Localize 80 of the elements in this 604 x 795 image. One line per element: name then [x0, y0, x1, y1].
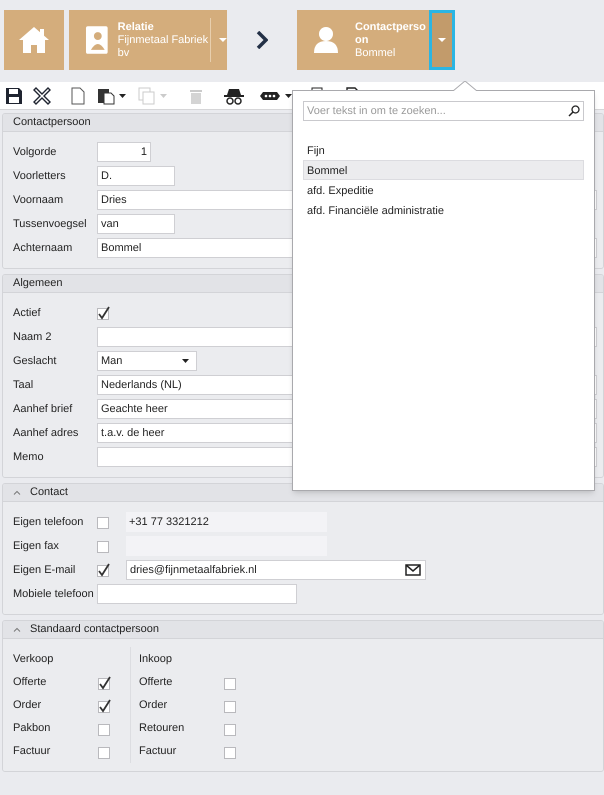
checkbox[interactable]: [98, 722, 112, 736]
caret-down-icon[interactable]: [219, 38, 227, 42]
field-label: Mobiele telefoon: [13, 586, 95, 602]
caret-down-icon: [182, 359, 189, 363]
dropdown-button[interactable]: [429, 10, 455, 70]
relation-label: Relatie: [118, 20, 155, 34]
chevron-right-icon: [256, 31, 268, 49]
address-book-icon: [85, 25, 109, 55]
field-label: Eigen fax: [13, 538, 60, 554]
email-field[interactable]: dries@fijnmetaalfabriek.nl: [126, 560, 426, 580]
field-label: Eigen E-mail: [13, 562, 76, 578]
document-icon: [69, 86, 87, 104]
caret-down-icon: [285, 94, 292, 98]
text-field[interactable]: [97, 584, 297, 604]
field-label: Order: [139, 698, 168, 714]
menu-item[interactable]: afd. Financiële administratie: [303, 200, 584, 220]
field-label: Voorletters: [13, 168, 67, 184]
person-icon: [314, 27, 338, 53]
section-title: Standaard contactpersoon: [30, 622, 160, 638]
text-field[interactable]: van: [97, 214, 175, 234]
field-label: Achternaam: [13, 240, 74, 256]
number-field[interactable]: 1: [97, 142, 151, 162]
field-label: Pakbon: [13, 721, 52, 736]
caret-down-icon: [119, 94, 126, 98]
checkbox[interactable]: [224, 722, 238, 736]
field-label: Eigen telefoon: [13, 514, 84, 530]
field-label: Memo: [13, 450, 45, 465]
field-label: Factuur: [13, 744, 52, 760]
checked-checkbox[interactable]: [97, 563, 111, 577]
field-label: Offerte: [139, 675, 174, 690]
clipboard-icon: [97, 86, 115, 104]
field-label: Geslacht: [13, 354, 58, 369]
search-icon[interactable]: [568, 105, 580, 117]
field-label: Volgorde: [13, 144, 58, 160]
section-title: Contactpersoon: [13, 115, 91, 130]
field-label: Offerte: [13, 675, 48, 690]
hat-glasses-icon: [223, 86, 245, 104]
column-title: Inkoop: [139, 652, 174, 667]
checked-checkbox[interactable]: [98, 676, 112, 690]
text-field[interactable]: +31 77 3321212: [126, 512, 327, 532]
field-label: Naam 2: [13, 330, 53, 345]
copy-icon: [138, 86, 156, 104]
column-title: Verkoop: [13, 652, 54, 667]
menu-item[interactable]: afd. Expeditie: [303, 180, 584, 200]
caret-down-icon: [438, 38, 446, 42]
contact-name: Bommel: [355, 46, 396, 60]
checkbox[interactable]: [98, 744, 112, 758]
section-title: Algemeen: [13, 276, 63, 292]
close-icon: [33, 86, 51, 104]
dropdown-field[interactable]: Man: [97, 351, 197, 371]
field-label: Aanhef brief: [13, 402, 74, 417]
envelope-icon[interactable]: [405, 564, 421, 576]
field-label: Tussenvoegsel: [13, 216, 88, 232]
section-header[interactable]: Standaard contactpersoon: [3, 621, 603, 639]
section-title: Contact: [30, 485, 68, 500]
text-field[interactable]: D.: [97, 166, 175, 186]
checkbox[interactable]: [224, 744, 238, 758]
field-label: Aanhef adres: [13, 426, 80, 441]
field-label: Voornaam: [13, 192, 64, 208]
caret-down-icon: [160, 94, 167, 98]
checkbox[interactable]: [224, 698, 238, 712]
close-button[interactable]: [32, 84, 52, 106]
field-label: Factuur: [139, 744, 178, 760]
relation-name: Fijnmetaal Fabriek bv: [118, 34, 210, 60]
field-label: Actief: [13, 306, 42, 321]
home-button[interactable]: [4, 10, 64, 70]
checkbox[interactable]: [97, 539, 111, 553]
checked-checkbox[interactable]: [97, 306, 111, 320]
menu-item[interactable]: Fijn: [303, 140, 584, 160]
save-icon: [5, 86, 23, 104]
checked-checkbox[interactable]: [98, 698, 112, 712]
field-label: Taal: [13, 378, 34, 393]
home-icon: [18, 26, 50, 54]
menu-item[interactable]: Bommel: [303, 160, 584, 180]
contact-label: Contactpersoon: [355, 20, 427, 46]
checkbox[interactable]: [224, 676, 238, 690]
checkbox[interactable]: [97, 515, 111, 529]
field-label: Order: [13, 698, 42, 714]
search-field[interactable]: Voer tekst in om te zoeken...: [303, 101, 584, 121]
field-label: Retouren: [139, 721, 186, 736]
